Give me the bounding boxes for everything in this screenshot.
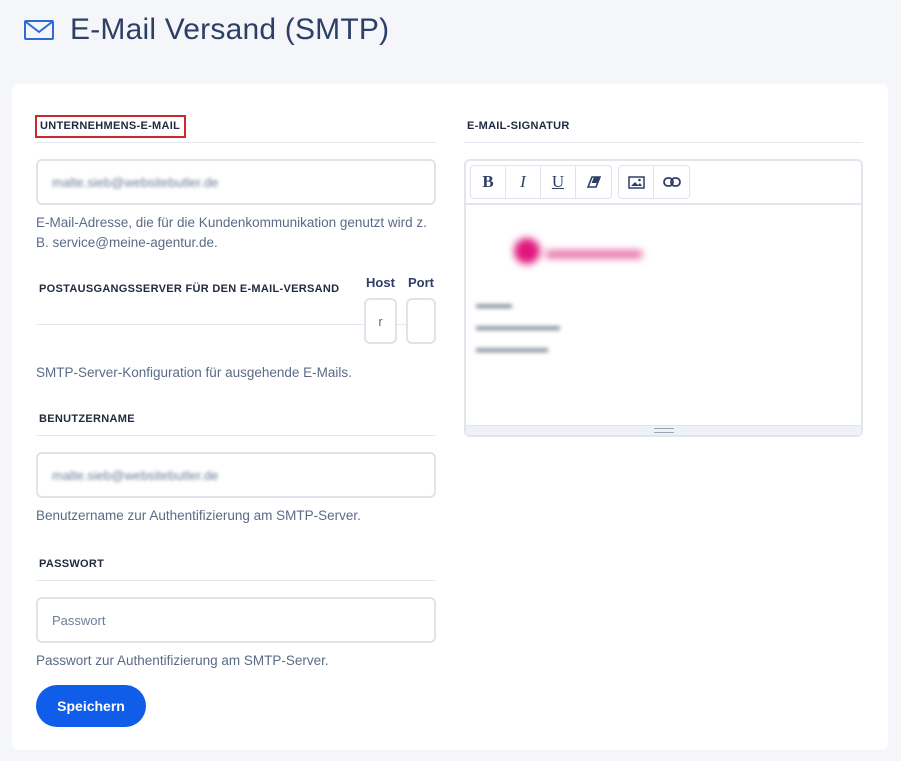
signature-content[interactable]: ▬▬▬▬ ▬▬▬ ▬▬▬▬▬▬▬ ▬▬▬▬▬▬ <box>466 205 861 425</box>
company-email-help: E-Mail-Adresse, die für die Kundenkommun… <box>36 215 427 250</box>
password-help: Passwort zur Authentifizierung am SMTP-S… <box>36 653 329 668</box>
password-placeholder: Passwort <box>52 612 106 628</box>
username-help: Benutzername zur Authentifizierung am SM… <box>36 508 361 523</box>
port-label: Port <box>408 275 434 290</box>
company-email-input[interactable]: malte.sieb@websitebutler.de <box>36 159 436 205</box>
signature-text-blurred: ▬▬▬ ▬▬▬▬▬▬▬ ▬▬▬▬▬▬ <box>476 297 560 355</box>
settings-card: UNTERNEHMENS-E-MAIL malte.sieb@websitebu… <box>12 84 888 750</box>
smtp-row: POSTAUSGANGSSERVER FÜR DEN E-MAIL-VERSAN… <box>36 275 436 359</box>
mail-icon <box>24 20 54 40</box>
company-email-section-label: UNTERNEHMENS-E-MAIL <box>35 114 436 143</box>
right-column: E-MAIL-SIGNATUR B I U ▬▬▬▬ ▬▬▬ ▬▬▬▬▬▬▬ ▬… <box>464 114 863 437</box>
username-section-label: BENUTZERNAME <box>36 407 436 436</box>
page-title: E-Mail Versand (SMTP) <box>70 13 390 46</box>
save-button[interactable]: Speichern <box>36 685 146 727</box>
smtp-help: SMTP-Server-Konfiguration für ausgehende… <box>36 365 352 380</box>
page-header: E-Mail Versand (SMTP) <box>24 8 389 52</box>
italic-button[interactable]: I <box>506 166 541 198</box>
image-button[interactable] <box>619 166 654 198</box>
underline-button[interactable]: U <box>541 166 576 198</box>
password-section-label: PASSWORT <box>36 552 436 581</box>
eraser-icon <box>586 176 601 188</box>
image-icon <box>627 175 645 189</box>
host-field: Host r <box>364 275 397 344</box>
editor-resize-handle[interactable] <box>466 425 861 435</box>
insert-group <box>618 165 690 199</box>
editor-toolbar: B I U <box>466 161 861 205</box>
signature-logo: ▬▬▬▬ <box>514 237 642 265</box>
link-icon <box>662 177 681 187</box>
port-input[interactable] <box>406 298 436 344</box>
password-input[interactable]: Passwort <box>36 597 436 643</box>
link-button[interactable] <box>654 166 689 198</box>
clear-format-button[interactable] <box>576 166 611 198</box>
port-field: Port <box>406 275 436 344</box>
host-label: Host <box>366 275 395 290</box>
signature-section-label: E-MAIL-SIGNATUR <box>464 114 863 143</box>
bold-button[interactable]: B <box>471 166 506 198</box>
format-group: B I U <box>470 165 612 199</box>
left-column: UNTERNEHMENS-E-MAIL malte.sieb@websitebu… <box>35 114 436 727</box>
username-input[interactable]: malte.sieb@websitebutler.de <box>36 452 436 498</box>
grip-icon <box>653 428 674 433</box>
signature-editor[interactable]: B I U ▬▬▬▬ ▬▬▬ ▬▬▬▬▬▬▬ ▬▬▬▬▬▬ <box>464 159 863 437</box>
host-input[interactable]: r <box>364 298 397 344</box>
